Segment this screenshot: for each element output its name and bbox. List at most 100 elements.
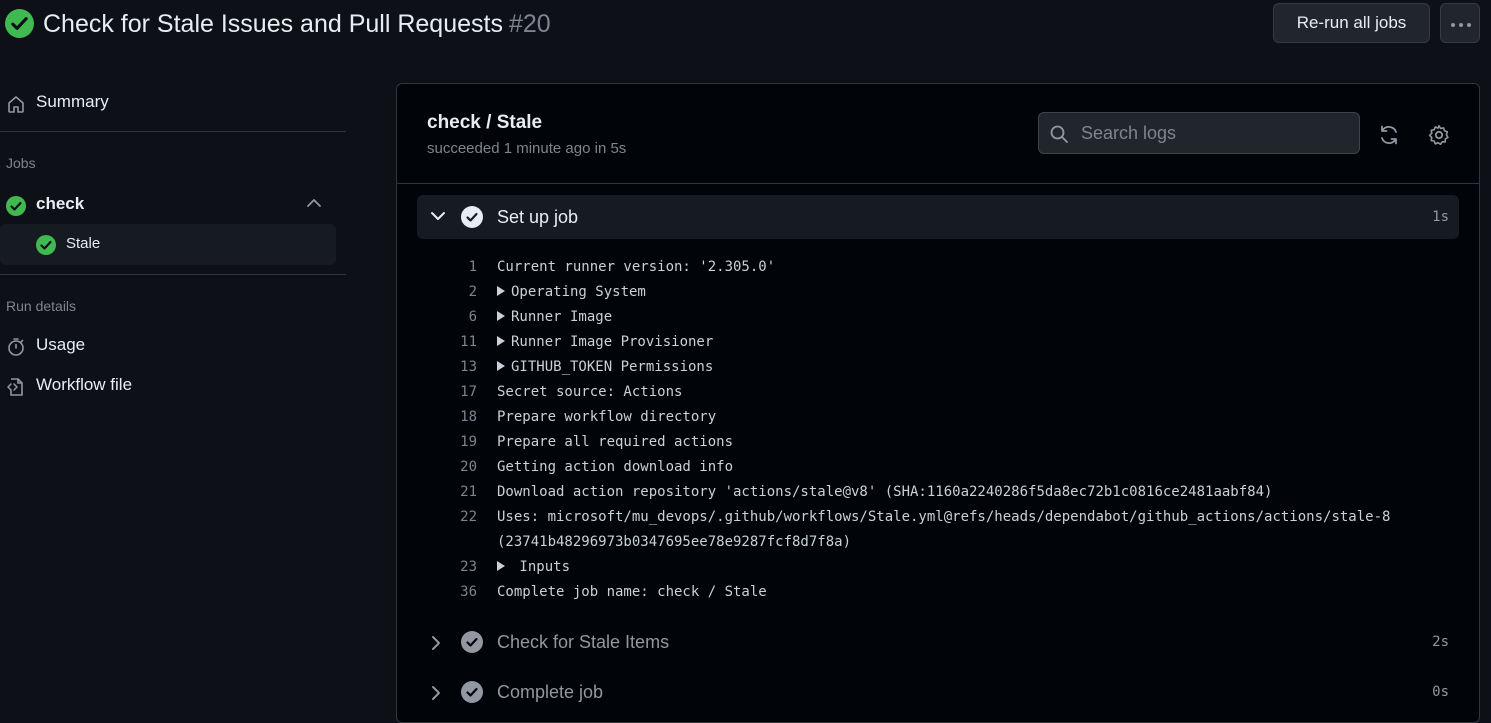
log-group-text: Inputs: [497, 559, 570, 575]
log-text: Runner Image: [511, 309, 613, 325]
log-group-text: Operating System: [497, 284, 646, 300]
stopwatch-icon: [8, 338, 24, 356]
line-number[interactable]: 19: [437, 434, 477, 450]
log-text: Getting action download info: [497, 459, 734, 475]
step-duration: 0s: [1432, 684, 1449, 700]
sidebar-item-label: Summary: [36, 92, 109, 111]
log-text: Uses: microsoft/mu_devops/.github/workfl…: [497, 509, 1391, 525]
log-group-text: Runner Image Provisioner: [497, 334, 713, 350]
page-title: Check for Stale Issues and Pull Requests…: [43, 8, 551, 40]
rerun-all-jobs-button[interactable]: Re-run all jobs: [1273, 3, 1430, 43]
log-text: Prepare workflow directory: [497, 409, 717, 425]
log-line: 21 Download action repository 'actions/s…: [397, 479, 1479, 504]
expand-triangle-icon[interactable]: [497, 286, 505, 296]
job-log-header: check / Stale succeeded 1 minute ago in …: [397, 84, 1479, 184]
log-text: Inputs: [511, 559, 571, 575]
success-check-icon: [36, 235, 56, 255]
file-code-icon: [7, 378, 23, 396]
log-text: Download action repository 'actions/stal…: [497, 484, 1273, 500]
jobs-heading: Jobs: [6, 155, 36, 171]
log-line: 22 Uses: microsoft/mu_devops/.github/wor…: [397, 504, 1479, 529]
step-duration: 2s: [1432, 634, 1449, 650]
log-line[interactable]: 23 Inputs: [397, 554, 1479, 579]
chevron-down-icon: [431, 212, 445, 220]
line-number[interactable]: 18: [437, 409, 477, 425]
line-number[interactable]: 20: [437, 459, 477, 475]
sidebar-item-usage[interactable]: Usage: [0, 326, 346, 366]
log-line: 36 Complete job name: check / Stale: [397, 579, 1479, 604]
job-name: check: [36, 194, 85, 213]
log-line[interactable]: 13 GITHUB_TOKEN Permissions: [397, 354, 1479, 379]
sidebar-job-check[interactable]: check: [0, 183, 346, 223]
log-line: 1 Current runner version: '2.305.0': [397, 254, 1479, 279]
chevron-right-icon: [432, 636, 440, 650]
line-number[interactable]: 21: [437, 484, 477, 500]
line-number[interactable]: 11: [437, 334, 477, 350]
sidebar-item-workflow-file[interactable]: Workflow file: [0, 366, 346, 406]
search-icon: [1050, 125, 1068, 143]
log-group-text: GITHUB_TOKEN Permissions: [497, 359, 713, 375]
check-circle-icon: [461, 631, 483, 653]
log-text: Current runner version: '2.305.0': [497, 259, 776, 275]
run-details-heading: Run details: [6, 298, 77, 314]
line-number[interactable]: 13: [437, 359, 477, 375]
success-check-icon: [6, 196, 26, 216]
line-number[interactable]: 36: [437, 584, 477, 600]
more-options-button[interactable]: [1440, 3, 1480, 43]
gear-icon[interactable]: [1428, 124, 1450, 146]
sidebar-item-label: Workflow file: [36, 375, 133, 394]
chevron-right-icon: [432, 686, 440, 700]
divider: [0, 131, 346, 132]
search-logs-input[interactable]: [1079, 121, 1349, 145]
job-title: check / Stale: [427, 112, 543, 133]
log-line[interactable]: 2 Operating System: [397, 279, 1479, 304]
step-check-for-stale-items[interactable]: Check for Stale Items 2s: [417, 620, 1459, 664]
log-line: (23741b48296973b0347695ee78e9287fcf8d7f8…: [397, 529, 1479, 554]
expand-triangle-icon[interactable]: [497, 336, 505, 346]
line-number[interactable]: 2: [437, 284, 477, 300]
job-status: succeeded 1 minute ago in 5s: [427, 140, 627, 157]
step-complete-job[interactable]: Complete job 0s: [417, 670, 1459, 714]
search-logs-field[interactable]: [1038, 112, 1360, 154]
line-number[interactable]: 22: [437, 509, 477, 525]
log-group-text: Runner Image: [497, 309, 612, 325]
line-number[interactable]: 23: [437, 559, 477, 575]
run-number: #20: [508, 10, 551, 38]
log-text: Operating System: [511, 284, 646, 300]
line-number[interactable]: 6: [437, 309, 477, 325]
line-number[interactable]: 17: [437, 384, 477, 400]
log-text: Complete job name: check / Stale: [497, 584, 767, 600]
step-duration: 1s: [1432, 209, 1449, 225]
log-line: 20 Getting action download info: [397, 454, 1479, 479]
job-log-panel: check / Stale succeeded 1 minute ago in …: [396, 83, 1480, 723]
expand-triangle-icon[interactable]: [497, 311, 505, 321]
log-line[interactable]: 11 Runner Image Provisioner: [397, 329, 1479, 354]
home-icon: [8, 96, 24, 113]
workflow-title: Check for Stale Issues and Pull Requests: [43, 10, 503, 38]
expand-triangle-icon[interactable]: [497, 361, 505, 371]
log-line: 19 Prepare all required actions: [397, 429, 1479, 454]
step-label: Check for Stale Items: [497, 632, 670, 652]
log-line[interactable]: 6 Runner Image: [397, 304, 1479, 329]
expand-triangle-icon[interactable]: [497, 561, 505, 571]
log-text: Prepare all required actions: [497, 434, 734, 450]
line-number[interactable]: 1: [437, 259, 477, 275]
page-header: Check for Stale Issues and Pull Requests…: [0, 0, 1491, 50]
divider: [0, 274, 346, 275]
log-text: (23741b48296973b0347695ee78e9287fcf8d7f8…: [497, 534, 852, 550]
step-label: Complete job: [497, 682, 604, 702]
chevron-up-icon[interactable]: [306, 198, 322, 208]
log-line: 18 Prepare workflow directory: [397, 404, 1479, 429]
sidebar-job-stale[interactable]: Stale: [0, 224, 336, 265]
log-text: GITHUB_TOKEN Permissions: [511, 359, 714, 375]
check-circle-icon: [461, 206, 483, 228]
success-check-icon: [5, 9, 34, 38]
sub-job-name: Stale: [66, 235, 101, 252]
sidebar-item-summary[interactable]: Summary: [0, 83, 346, 123]
step-label: Set up job: [497, 207, 579, 227]
check-circle-icon: [461, 681, 483, 703]
refresh-icon[interactable]: [1378, 124, 1400, 146]
sidebar-item-label: Usage: [36, 335, 86, 354]
log-text: Runner Image Provisioner: [511, 334, 714, 350]
step-set-up-job[interactable]: Set up job 1s: [417, 195, 1459, 239]
